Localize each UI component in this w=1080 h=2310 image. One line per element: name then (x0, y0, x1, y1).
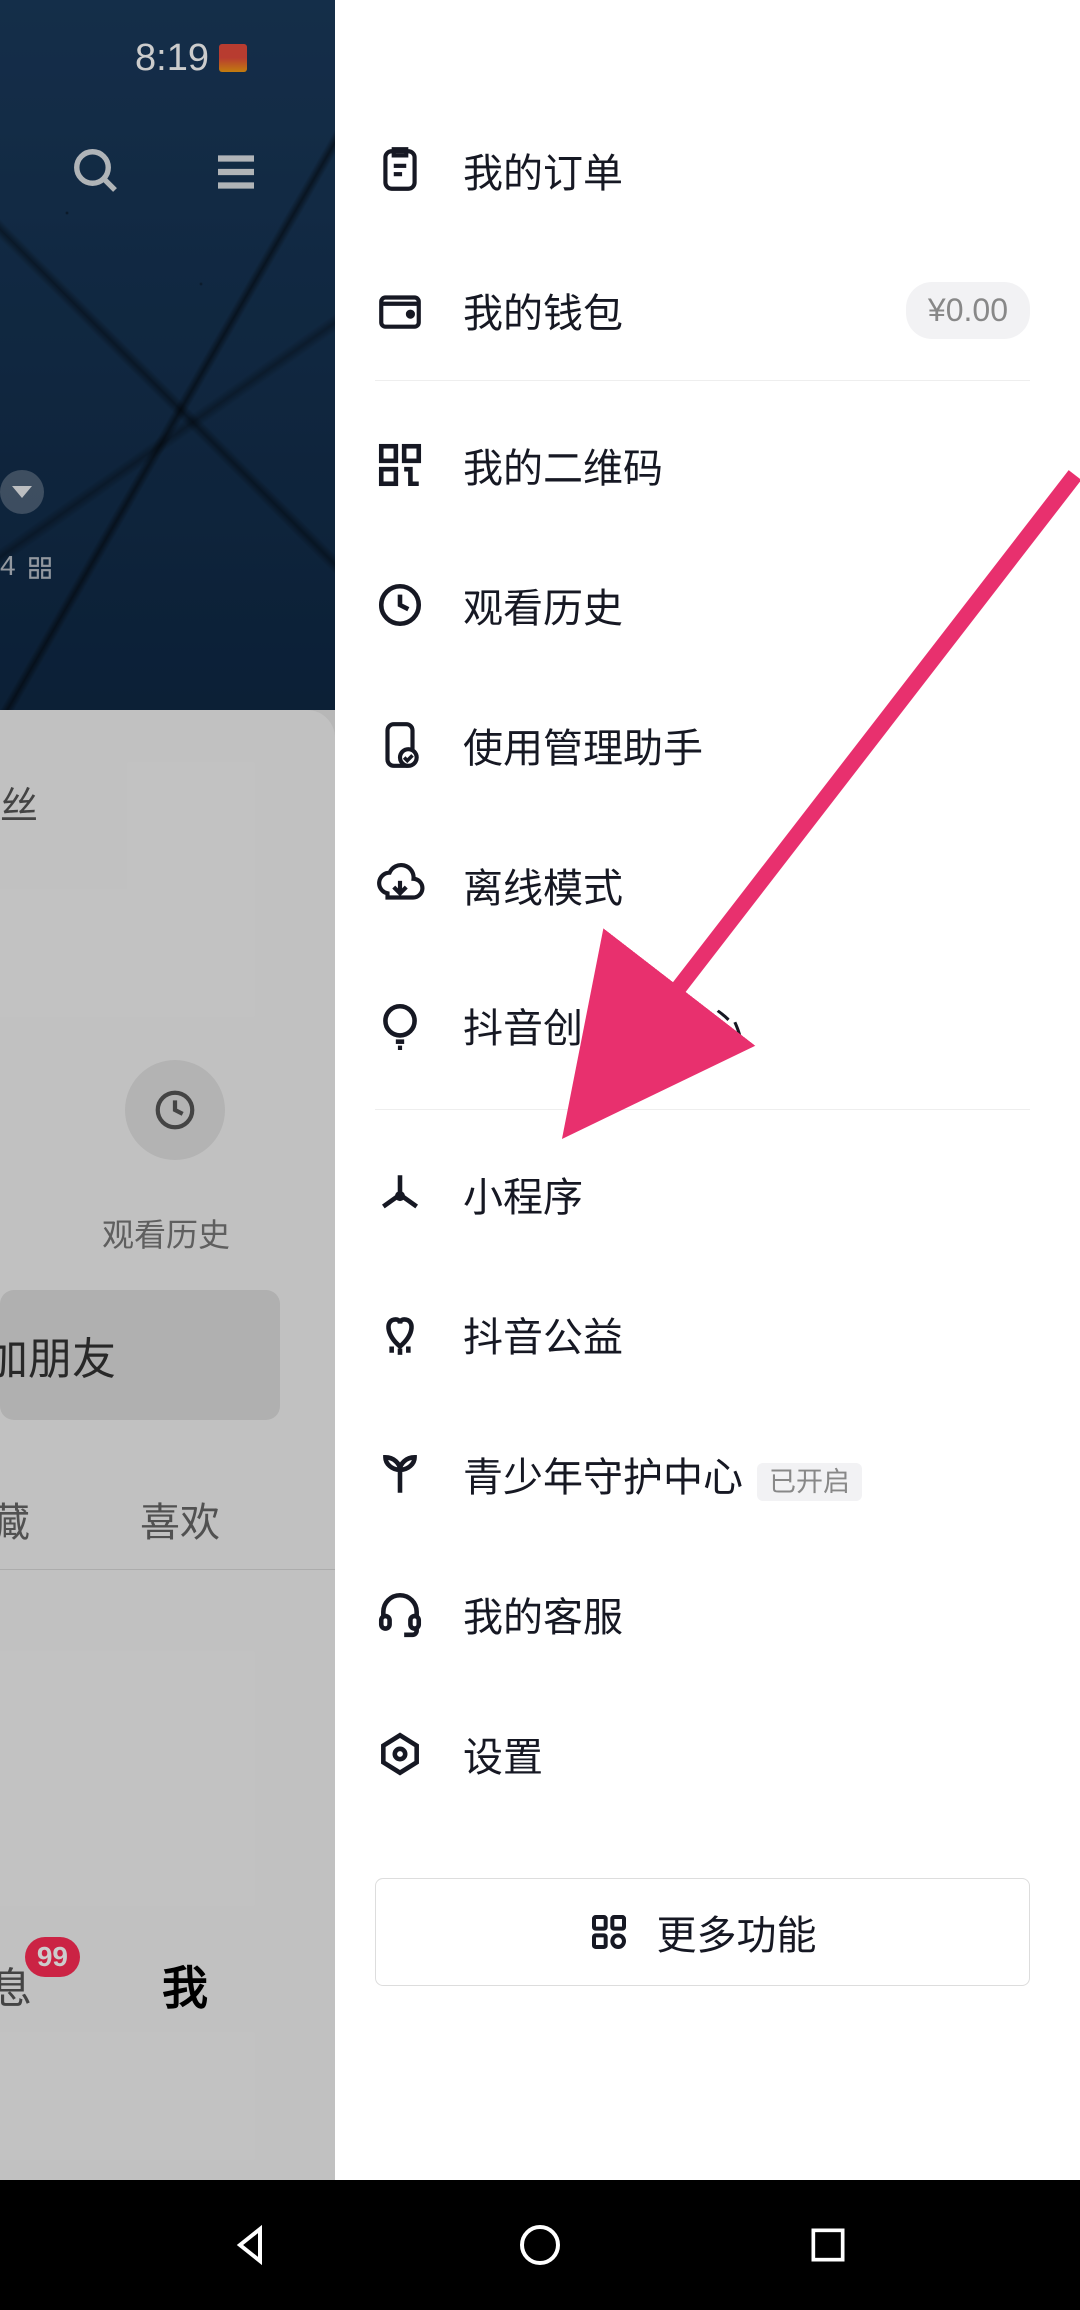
home-button[interactable] (511, 2216, 569, 2274)
system-nav-bar (0, 2180, 1080, 2310)
back-button[interactable] (223, 2216, 281, 2274)
download-cloud-icon (375, 860, 425, 910)
menu-qrcode[interactable]: 我的二维码 (375, 395, 1030, 535)
menu-my-orders[interactable]: 我的订单 (375, 100, 1030, 240)
youth-status-tag: 已开启 (757, 1463, 862, 1501)
menu-label: 离线模式 (463, 856, 1030, 914)
wallet-icon (375, 285, 425, 335)
menu-label: 抖音公益 (463, 1305, 1030, 1363)
clock-icon (375, 580, 425, 630)
wallet-amount: ¥0.00 (906, 282, 1030, 339)
recent-apps-button[interactable] (799, 2216, 857, 2274)
dim-overlay[interactable] (0, 0, 335, 2180)
menu-charity[interactable]: 抖音公益 (375, 1264, 1030, 1404)
grid-icon (589, 1912, 629, 1952)
sprout-icon (375, 1449, 425, 1499)
menu-miniapp[interactable]: 小程序 (375, 1124, 1030, 1264)
menu-label: 观看历史 (463, 576, 1030, 634)
phone-check-icon (375, 720, 425, 770)
menu-settings[interactable]: 设置 (375, 1684, 1030, 1824)
side-drawer: 我的订单 我的钱包 ¥0.00 我的二维码 观看历史 使用 (335, 0, 1080, 2180)
clipboard-icon (375, 145, 425, 195)
menu-my-wallet[interactable]: 我的钱包 ¥0.00 (375, 240, 1030, 380)
menu-creator-center[interactable]: 抖音创作者中心 (375, 955, 1030, 1095)
menu-label: 我的客服 (463, 1585, 1030, 1643)
menu-label: 设置 (463, 1725, 1030, 1783)
hexagon-settings-icon (375, 1729, 425, 1779)
menu-usage-manager[interactable]: 使用管理助手 (375, 675, 1030, 815)
menu-label: 青少年守护中心已开启 (463, 1445, 862, 1503)
menu-label: 我的二维码 (463, 436, 1030, 494)
menu-label: 小程序 (463, 1165, 1030, 1223)
lightbulb-icon (375, 1000, 425, 1050)
heart-rain-icon (375, 1309, 425, 1359)
menu-label: 我的订单 (463, 141, 1030, 199)
menu-offline-mode[interactable]: 离线模式 (375, 815, 1030, 955)
menu-label: 我的钱包 (463, 281, 906, 339)
more-label: 更多功能 (657, 1903, 817, 1961)
headset-icon (375, 1589, 425, 1639)
menu-youth-protection[interactable]: 青少年守护中心已开启 (375, 1404, 1030, 1544)
more-features-button[interactable]: 更多功能 (375, 1878, 1030, 1986)
menu-customer-service[interactable]: 我的客服 (375, 1544, 1030, 1684)
menu-label: 抖音创作者中心 (463, 996, 1030, 1054)
menu-watch-history[interactable]: 观看历史 (375, 535, 1030, 675)
miniapp-icon (375, 1169, 425, 1219)
menu-label: 使用管理助手 (463, 716, 1030, 774)
qrcode-icon (375, 440, 425, 490)
